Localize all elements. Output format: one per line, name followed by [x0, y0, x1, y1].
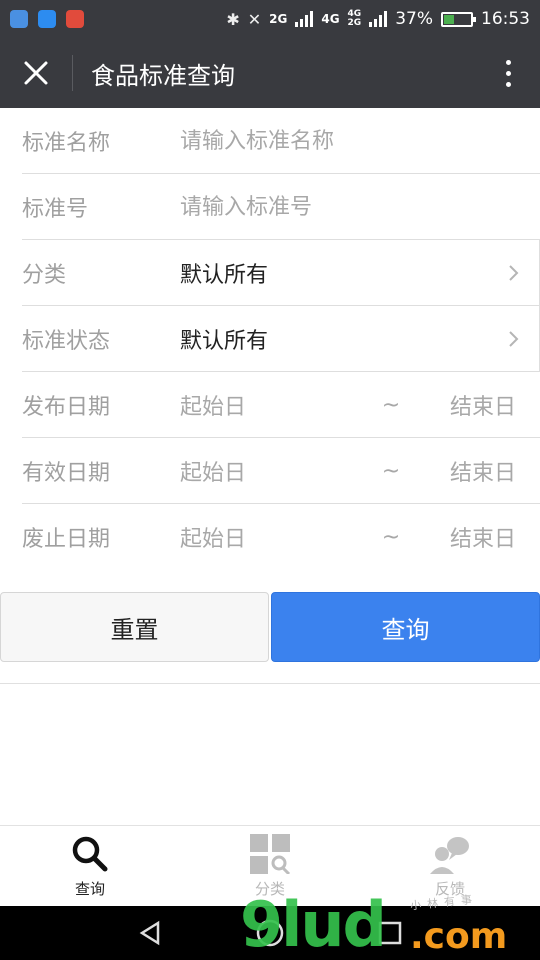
standard-no-label: 标准号	[22, 197, 89, 222]
abolish-date-label: 废止日期	[22, 527, 111, 552]
bluetooth-icon: ✱	[226, 9, 240, 29]
reset-button[interactable]: 重置	[0, 592, 269, 662]
publish-date-row: 发布日期 起始日 ~ 结束日	[0, 372, 540, 438]
publish-date-sep: ~	[381, 392, 401, 418]
effective-date-label: 有效日期	[22, 461, 111, 486]
status-indicators: ✱ ✕ 2G 4G 4G 2G 37% 16:53	[226, 9, 530, 29]
effective-date-start[interactable]: 起始日	[180, 455, 340, 487]
standard-no-input[interactable]	[180, 194, 540, 220]
battery-icon	[441, 11, 476, 27]
recents-icon[interactable]	[376, 919, 404, 947]
chevron-right-icon	[489, 264, 539, 282]
publish-date-end[interactable]: 结束日	[442, 389, 540, 421]
more-dot	[505, 70, 511, 76]
query-form: 标准名称 标准号 分类 默认所有 标准状态 默认所有 发布日期 起始日 ~ 结束…	[0, 108, 540, 570]
tab-category-label: 分类	[254, 880, 285, 898]
close-button[interactable]	[0, 38, 72, 108]
usb-icon	[10, 10, 28, 28]
action-buttons: 重置 查询	[0, 592, 540, 662]
network-label-a: 2G	[269, 12, 288, 26]
mute-icon: ✕	[247, 9, 262, 29]
category-label: 分类	[22, 263, 67, 288]
standard-name-label: 标准名称	[22, 131, 111, 156]
standard-no-row: 标准号	[0, 174, 540, 240]
network-label-d: 2G	[347, 18, 362, 28]
tab-feedback-label: 反馈	[434, 880, 465, 898]
feedback-icon	[430, 837, 469, 874]
chevron-right-icon	[489, 330, 539, 348]
tab-feedback[interactable]: 反馈	[360, 826, 540, 906]
more-dots-icon	[505, 59, 511, 65]
close-icon	[24, 61, 48, 85]
tab-query-label: 查询	[74, 880, 105, 898]
more-button[interactable]	[476, 38, 540, 108]
status-bar: ✱ ✕ 2G 4G 4G 2G 37% 16:53	[0, 0, 540, 38]
abolish-date-start[interactable]: 起始日	[180, 521, 340, 553]
tab-query[interactable]: 查询	[0, 826, 180, 906]
system-nav-bar	[0, 906, 540, 960]
publish-date-start[interactable]: 起始日	[180, 389, 340, 421]
standard-name-input[interactable]	[180, 128, 540, 154]
search-icon	[72, 836, 108, 872]
effective-date-row: 有效日期 起始日 ~ 结束日	[0, 438, 540, 504]
category-value: 默认所有	[180, 263, 269, 288]
standard-name-row: 标准名称	[0, 108, 540, 174]
query-button[interactable]: 查询	[271, 592, 540, 662]
back-icon[interactable]	[136, 919, 164, 947]
huawei-icon	[66, 10, 84, 28]
title-bar: 食品标准查询	[0, 38, 540, 108]
publish-date-label: 发布日期	[22, 395, 111, 420]
content-divider	[0, 683, 540, 684]
abolish-date-row: 废止日期 起始日 ~ 结束日	[0, 504, 540, 570]
more-dot	[505, 81, 511, 87]
tab-bar: 查询 分类 反馈	[0, 825, 540, 906]
gallery-icon	[38, 10, 56, 28]
abolish-date-sep: ~	[381, 524, 401, 550]
signal-icon	[295, 11, 314, 27]
tab-category[interactable]: 分类	[180, 826, 360, 906]
category-select[interactable]: 分类 默认所有	[0, 239, 540, 306]
effective-date-end[interactable]: 结束日	[442, 455, 540, 487]
status-select[interactable]: 标准状态 默认所有	[0, 305, 540, 372]
signal-icon-2	[369, 11, 388, 27]
category-icon	[250, 834, 291, 874]
status-label: 标准状态	[22, 329, 111, 354]
network-label-b: 4G	[321, 12, 340, 26]
battery-percent: 37%	[395, 9, 433, 29]
title-divider	[72, 55, 73, 91]
home-icon[interactable]	[255, 918, 285, 948]
status-value: 默认所有	[180, 329, 269, 354]
page-title: 食品标准查询	[91, 61, 235, 90]
abolish-date-end[interactable]: 结束日	[442, 521, 540, 553]
clock: 16:53	[481, 9, 530, 29]
effective-date-sep: ~	[381, 458, 401, 484]
status-notifications	[10, 10, 84, 28]
app-root: ✱ ✕ 2G 4G 4G 2G 37% 16:53 食品标准查询 标准名称 请输…	[0, 0, 540, 960]
